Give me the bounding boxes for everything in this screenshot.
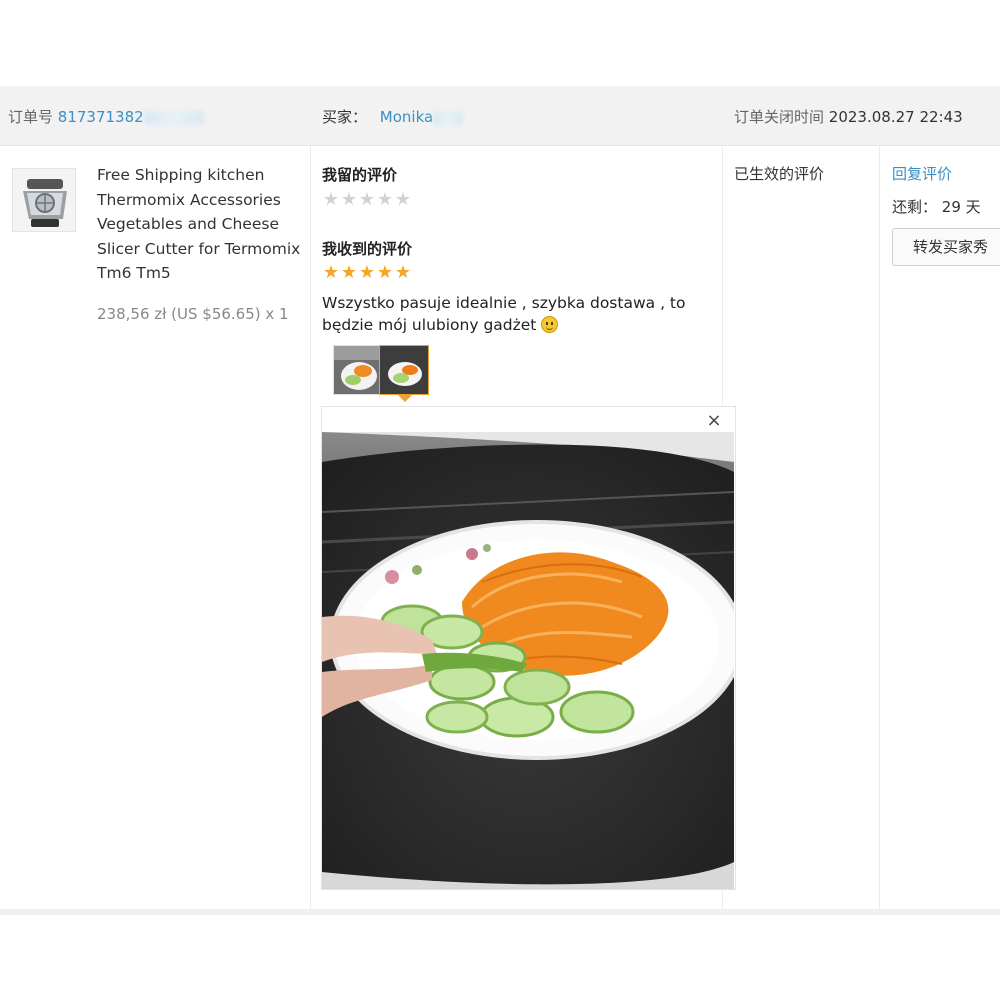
star-empty-icon: ★ (322, 189, 340, 210)
time-remaining-value: 29 天 (941, 198, 981, 216)
share-buyer-show-button[interactable]: 转发买家秀 (892, 228, 1000, 266)
time-remaining: 还剩： 29 天 (892, 196, 981, 217)
star-empty-icon: ★ (394, 189, 412, 210)
row-bottom-border (0, 909, 1000, 915)
star-empty-icon: ★ (358, 189, 376, 210)
order-number-group: 订单号 817371382 (8, 106, 204, 127)
buyer-label: 买家： (322, 108, 368, 126)
my-review-title: 我留的评价 (322, 166, 398, 184)
review-status: 已生效的评价 (734, 165, 825, 183)
column-divider (879, 146, 880, 910)
review-text-block: Wszystko pasuje idealnie , szybka dostaw… (322, 292, 712, 336)
product-title[interactable]: Free Shipping kitchen Thermomix Accessor… (97, 163, 302, 286)
order-closed-time: 2023.08.27 22:43 (828, 108, 963, 126)
received-review-title: 我收到的评价 (322, 240, 413, 258)
food-processor-image (13, 169, 75, 231)
buyer-group: 买家： Monika (322, 106, 464, 127)
star-full-icon: ★ (358, 262, 376, 283)
active-thumbnail-pointer (398, 395, 412, 402)
review-text: Wszystko pasuje idealnie , szybka dostaw… (322, 294, 686, 334)
star-full-icon: ★ (394, 262, 412, 283)
reply-review-link[interactable]: 回复评价 (892, 163, 952, 184)
buyer-name-link[interactable]: Monika (380, 108, 433, 126)
column-divider (310, 146, 311, 910)
star-full-icon: ★ (322, 262, 340, 283)
order-header: 订单号 817371382 买家： Monika 订单关闭时间 2023.08.… (0, 86, 1000, 146)
time-remaining-label: 还剩： (892, 198, 938, 216)
close-icon[interactable]: × (705, 411, 723, 431)
star-full-icon: ★ (340, 262, 358, 283)
product-price: 238,56 zł (US $56.65) x 1 (97, 305, 289, 323)
salad-photo-thumbnail-icon (380, 346, 428, 394)
received-review-stars: ★ ★ ★ ★ ★ (322, 264, 412, 282)
product-image[interactable] (12, 168, 76, 232)
star-empty-icon: ★ (376, 189, 394, 210)
star-full-icon: ★ (376, 262, 394, 283)
order-closed-label: 订单关闭时间 (734, 108, 825, 126)
order-number-label: 订单号 (8, 108, 54, 126)
redacted-blur (433, 110, 464, 125)
smiley-icon (541, 316, 559, 333)
star-empty-icon: ★ (340, 189, 358, 210)
redacted-blur (143, 110, 204, 125)
order-closed-time-group: 订单关闭时间 2023.08.27 22:43 (734, 106, 963, 127)
photo-thumbnail-2[interactable] (379, 345, 429, 395)
salad-plate-photo (322, 432, 734, 889)
my-review-stars: ★ ★ ★ ★ ★ (322, 191, 412, 209)
order-number-link[interactable]: 817371382 (58, 108, 144, 126)
photo-thumbnail-1[interactable] (333, 345, 383, 395)
review-photo (322, 432, 734, 889)
salad-photo-thumbnail-icon (334, 346, 382, 394)
